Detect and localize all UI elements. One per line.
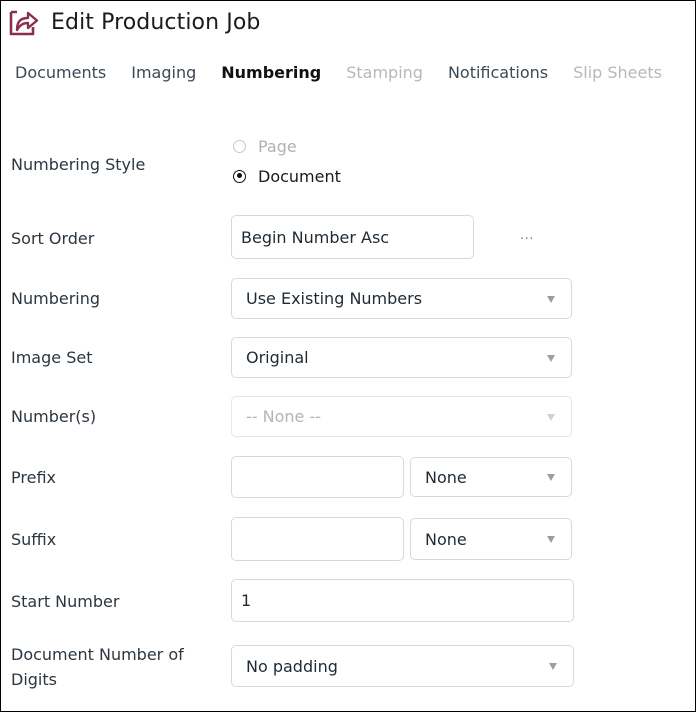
radio-document-label: Document	[258, 166, 341, 186]
sort-order-label: Sort Order	[11, 229, 95, 248]
chevron-down-icon	[547, 536, 555, 543]
numbers-select-value: -- None --	[246, 407, 322, 426]
tab-notifications[interactable]: Notifications	[448, 63, 548, 82]
radio-circle-icon	[233, 139, 246, 153]
numbering-style-label: Numbering Style	[11, 155, 146, 174]
sort-order-field[interactable]: Begin Number Asc	[231, 215, 474, 259]
radio-page-label: Page	[258, 136, 297, 156]
doc-number-digits-value: No padding	[246, 656, 338, 676]
numbering-select-value: Use Existing Numbers	[246, 289, 423, 308]
sort-order-more-button[interactable]: ...	[520, 228, 534, 243]
prefix-input[interactable]	[231, 456, 404, 498]
sort-order-value: Begin Number Asc	[241, 227, 390, 247]
tab-documents[interactable]: Documents	[15, 63, 106, 82]
tab-slip-sheets: Slip Sheets	[573, 63, 662, 82]
doc-number-digits-select[interactable]: No padding	[231, 645, 574, 687]
start-number-value: 1	[241, 591, 252, 610]
prefix-type-select[interactable]: None	[410, 457, 572, 497]
numbering-label: Numbering	[11, 289, 101, 308]
start-number-label: Start Number	[11, 592, 120, 611]
image-set-label: Image Set	[11, 348, 93, 367]
image-set-select-value: Original	[246, 348, 309, 367]
image-set-select[interactable]: Original	[231, 337, 572, 378]
numbers-select: -- None --	[231, 396, 572, 437]
tab-numbering[interactable]: Numbering	[221, 63, 321, 82]
suffix-label: Suffix	[11, 530, 57, 549]
numbering-style-radio-group: Page Document	[233, 131, 341, 191]
suffix-type-value: None	[425, 529, 467, 549]
suffix-type-select[interactable]: None	[410, 518, 572, 560]
suffix-input[interactable]	[231, 517, 404, 561]
prefix-type-value: None	[425, 467, 467, 487]
chevron-down-icon	[547, 413, 555, 421]
dialog-title: Edit Production Job	[51, 9, 261, 35]
numbers-label: Number(s)	[11, 407, 97, 426]
radio-document[interactable]: Document	[233, 161, 341, 191]
radio-page: Page	[233, 131, 341, 161]
numbering-select[interactable]: Use Existing Numbers	[231, 278, 572, 319]
tab-imaging[interactable]: Imaging	[131, 63, 196, 82]
doc-number-digits-label: Document Number of Digits	[11, 645, 184, 689]
chevron-down-icon	[547, 474, 555, 481]
chevron-down-icon	[547, 354, 555, 362]
chevron-down-icon	[547, 295, 555, 303]
start-number-input[interactable]: 1	[231, 579, 574, 622]
edit-production-job-dialog: Edit Production Job Documents Imaging Nu…	[0, 0, 696, 712]
dialog-header: Edit Production Job	[7, 5, 260, 39]
tab-bar: Documents Imaging Numbering Stamping Not…	[15, 63, 687, 82]
radio-selected-icon	[233, 169, 246, 183]
share-arrow-icon	[7, 6, 39, 38]
prefix-label: Prefix	[11, 468, 56, 487]
tab-stamping: Stamping	[346, 63, 423, 82]
chevron-down-icon	[549, 663, 557, 670]
